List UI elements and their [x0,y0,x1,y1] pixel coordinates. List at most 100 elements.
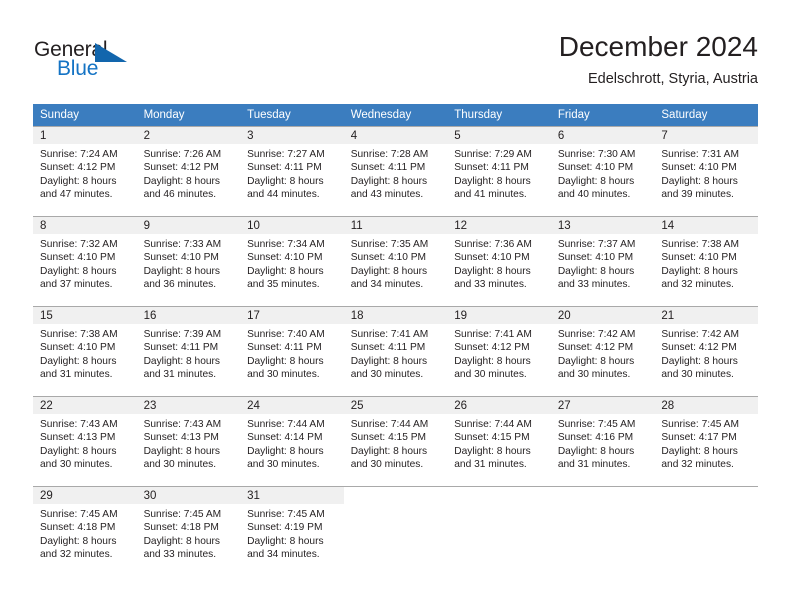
calendar-day-cell[interactable]: 6 Sunrise: 7:30 AM Sunset: 4:10 PM Daylight… [550,126,655,216]
day-sun-info: Sunrise: 7:45 AM Sunset: 4:19 PM Daylight:… [240,504,344,562]
calendar-day-cell[interactable]: 11 Sunrise: 7:35 AM Sunset: 4:10 PM Dayligh… [343,216,448,306]
title-block: December 2024 Edelschrott, Styria, Austr… [559,30,758,89]
day-number: 1 [33,127,137,144]
day-number: 20 [550,307,655,324]
calendar-day-cell[interactable]: 2 Sunrise: 7:26 AM Sunset: 4:12 PM Daylight… [136,126,241,216]
day-sun-info [654,504,758,508]
calendar-day-cell[interactable]: 18 Sunrise: 7:41 AM Sunset: 4:11 PM Dayligh… [343,306,448,396]
weekday-header-saturday: Saturday [654,104,758,126]
day-sun-info [551,504,655,508]
calendar-day-cell[interactable]: 1 Sunrise: 7:24 AM Sunset: 4:12 PM Daylight… [33,126,137,216]
day-number [344,487,448,504]
day-info-sunrise-line: Sunrise: 7:45 AM [557,419,636,430]
day-info-sunrise-line: Sunrise: 7:39 AM [143,329,222,340]
day-info-daylight-1-line: Daylight: 8 hours [661,355,738,367]
day-info-daylight-2-line: and 31 minutes. [454,459,527,471]
day-info-sunset-line: Sunset: 4:10 PM [143,252,219,264]
day-info-daylight-1-line: Daylight: 8 hours [454,175,531,187]
calendar-day-cell[interactable]: 20 Sunrise: 7:42 AM Sunset: 4:12 PM Dayligh… [550,306,655,396]
triangle-icon [95,43,127,62]
day-info-daylight-2-line: and 33 minutes. [454,279,527,291]
day-number: 9 [136,217,241,234]
calendar-day-cell[interactable]: 16 Sunrise: 7:39 AM Sunset: 4:11 PM Dayligh… [136,306,241,396]
generalblue-logo[interactable]: General Blue [34,38,154,84]
day-number: 27 [550,397,655,414]
day-number: 30 [136,487,241,504]
calendar-day-cell[interactable]: 22 Sunrise: 7:43 AM Sunset: 4:13 PM Dayligh… [33,396,137,486]
calendar-day-cell[interactable]: 26 Sunrise: 7:44 AM Sunset: 4:15 PM Dayligh… [447,396,551,486]
day-cell-body: 31 Sunrise: 7:45 AM Sunset: 4:19 PM Dayligh… [240,486,344,576]
day-info-sunset-line: Sunset: 4:17 PM [661,432,737,444]
calendar-day-cell[interactable]: 24 Sunrise: 7:44 AM Sunset: 4:14 PM Dayligh… [240,396,344,486]
day-info-sunrise-line: Sunrise: 7:43 AM [143,419,222,430]
calendar-day-cell[interactable]: 7 Sunrise: 7:31 AM Sunset: 4:10 PM Daylight… [654,126,758,216]
calendar-day-cell[interactable]: 23 Sunrise: 7:43 AM Sunset: 4:13 PM Dayligh… [136,396,241,486]
day-number: 11 [343,217,448,234]
day-info-sunrise-line: Sunrise: 7:32 AM [40,239,118,250]
day-sun-info: Sunrise: 7:43 AM Sunset: 4:13 PM Daylight:… [33,414,137,472]
calendar-day-cell[interactable]: 19 Sunrise: 7:41 AM Sunset: 4:12 PM Dayligh… [447,306,551,396]
calendar-day-cell[interactable]: 3 Sunrise: 7:27 AM Sunset: 4:11 PM Daylight… [240,126,344,216]
calendar-day-cell[interactable]: 30 Sunrise: 7:45 AM Sunset: 4:18 PM Dayligh… [136,486,241,576]
calendar-day-cell[interactable]: 15 Sunrise: 7:38 AM Sunset: 4:10 PM Dayligh… [33,306,137,396]
day-info-daylight-1-line: Daylight: 8 hours [247,355,324,367]
day-info-daylight-1-line: Daylight: 8 hours [454,265,531,277]
day-info-daylight-1-line: Daylight: 8 hours [40,175,117,187]
calendar-day-cell[interactable]: 5 Sunrise: 7:29 AM Sunset: 4:11 PM Daylight… [447,126,551,216]
calendar-body: 1 Sunrise: 7:24 AM Sunset: 4:12 PM Daylight… [33,126,758,576]
day-info-daylight-1-line: Daylight: 8 hours [143,355,221,367]
calendar-day-cell-empty [343,486,448,576]
day-info-sunset-line: Sunset: 4:15 PM [454,432,530,444]
calendar-day-cell[interactable]: 9 Sunrise: 7:33 AM Sunset: 4:10 PM Daylight… [136,216,241,306]
day-info-sunset-line: Sunset: 4:10 PM [40,252,116,264]
day-info-daylight-1-line: Daylight: 8 hours [40,265,117,277]
day-info-sunset-line: Sunset: 4:14 PM [247,432,323,444]
day-info-sunset-line: Sunset: 4:12 PM [454,342,530,354]
calendar-day-cell[interactable]: 4 Sunrise: 7:28 AM Sunset: 4:11 PM Daylight… [343,126,448,216]
calendar-day-cell[interactable]: 31 Sunrise: 7:45 AM Sunset: 4:19 PM Dayligh… [240,486,344,576]
day-cell-body: 21 Sunrise: 7:42 AM Sunset: 4:12 PM Dayligh… [654,306,758,396]
day-info-daylight-2-line: and 30 minutes. [350,459,424,471]
calendar-day-cell[interactable]: 27 Sunrise: 7:45 AM Sunset: 4:16 PM Dayligh… [550,396,655,486]
calendar-day-cell-empty [654,486,758,576]
day-info-sunset-line: Sunset: 4:19 PM [247,522,323,534]
day-info-sunset-line: Sunset: 4:18 PM [40,522,116,534]
day-info-sunset-line: Sunset: 4:10 PM [350,252,427,264]
day-info-sunset-line: Sunset: 4:11 PM [247,342,322,354]
day-sun-info: Sunrise: 7:35 AM Sunset: 4:10 PM Daylight:… [344,234,448,292]
calendar-day-cell[interactable]: 8 Sunrise: 7:32 AM Sunset: 4:10 PM Daylight… [33,216,137,306]
day-info-sunrise-line: Sunrise: 7:44 AM [350,419,429,430]
day-info-sunset-line: Sunset: 4:11 PM [247,162,322,174]
calendar-day-cell[interactable]: 13 Sunrise: 7:37 AM Sunset: 4:10 PM Dayligh… [550,216,655,306]
day-number: 12 [447,217,551,234]
day-sun-info [447,504,551,508]
day-info-sunset-line: Sunset: 4:13 PM [40,432,116,444]
day-info-daylight-2-line: and 43 minutes. [350,189,424,201]
day-info-daylight-2-line: and 34 minutes. [247,549,320,561]
day-cell-body: 1 Sunrise: 7:24 AM Sunset: 4:12 PM Daylight… [33,126,137,216]
day-number: 15 [33,307,137,324]
calendar-day-cell[interactable]: 14 Sunrise: 7:38 AM Sunset: 4:10 PM Dayligh… [654,216,758,306]
day-cell-body: 29 Sunrise: 7:45 AM Sunset: 4:18 PM Dayligh… [33,486,137,576]
day-cell-body: 14 Sunrise: 7:38 AM Sunset: 4:10 PM Dayligh… [654,216,758,306]
page-title: December 2024 [558,31,758,62]
calendar-day-cell[interactable]: 28 Sunrise: 7:45 AM Sunset: 4:17 PM Dayligh… [654,396,758,486]
day-number: 21 [654,307,758,324]
day-info-sunrise-line: Sunrise: 7:30 AM [557,149,636,160]
day-info-sunset-line: Sunset: 4:12 PM [557,342,634,354]
calendar-day-cell[interactable]: 21 Sunrise: 7:42 AM Sunset: 4:12 PM Dayligh… [654,306,758,396]
day-info-daylight-2-line: and 35 minutes. [247,279,320,291]
calendar-day-cell[interactable]: 25 Sunrise: 7:44 AM Sunset: 4:15 PM Dayligh… [343,396,448,486]
calendar-day-cell[interactable]: 17 Sunrise: 7:40 AM Sunset: 4:11 PM Dayligh… [240,306,344,396]
day-info-daylight-2-line: and 37 minutes. [40,279,113,291]
day-info-daylight-1-line: Daylight: 8 hours [557,355,635,367]
day-info-sunrise-line: Sunrise: 7:45 AM [143,509,222,520]
calendar-day-cell-empty [447,486,551,576]
day-cell-body: 3 Sunrise: 7:27 AM Sunset: 4:11 PM Daylight… [240,126,344,216]
calendar-day-cell[interactable]: 10 Sunrise: 7:34 AM Sunset: 4:10 PM Dayligh… [240,216,344,306]
day-info-sunset-line: Sunset: 4:10 PM [557,162,634,174]
day-sun-info: Sunrise: 7:38 AM Sunset: 4:10 PM Daylight:… [654,234,758,292]
calendar-day-cell[interactable]: 12 Sunrise: 7:36 AM Sunset: 4:10 PM Dayligh… [447,216,551,306]
day-info-daylight-2-line: and 39 minutes. [661,189,734,201]
calendar-day-cell[interactable]: 29 Sunrise: 7:45 AM Sunset: 4:18 PM Dayligh… [33,486,137,576]
